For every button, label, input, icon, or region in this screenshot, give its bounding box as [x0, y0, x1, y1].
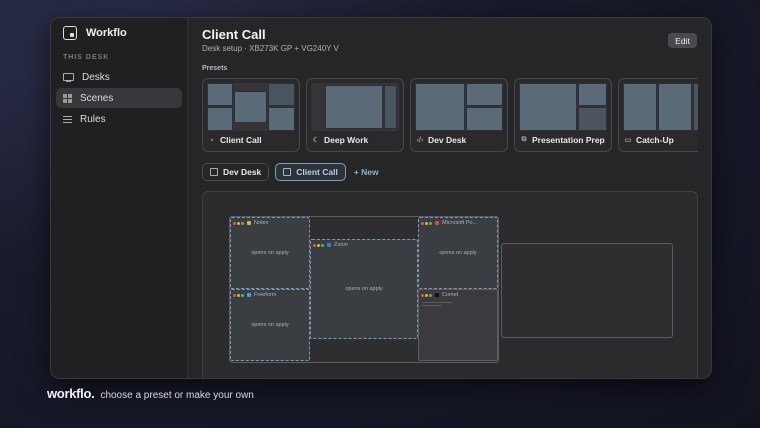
brand: Workflo [63, 26, 127, 40]
presets-label: Presets [202, 65, 228, 72]
notes-app-icon [247, 221, 251, 225]
window-titlebar: Freeform [233, 292, 276, 298]
sidebar-item-rules[interactable]: Rules [56, 109, 182, 129]
preset-thumbnail [415, 83, 503, 131]
window-status: opens on apply [251, 250, 289, 256]
grid-icon [63, 93, 72, 103]
preset-presentation-prep[interactable]: ⧉ Presentation Prep [514, 78, 612, 152]
preset-thumbnail [623, 83, 698, 131]
window-titlebar: Notes [233, 220, 268, 226]
powerpoint-app-icon [435, 221, 439, 225]
preset-label: ▭ Catch-Up [624, 135, 674, 145]
window-status: opens on apply [439, 250, 477, 256]
page-subtitle: Desk setup · XB273K GP + VG240Y V [202, 44, 339, 53]
copy-icon [283, 168, 292, 176]
app-window: Workflo THIS DESK Desks Scenes Rules Cli… [50, 17, 712, 379]
footer-logo: workflo. [47, 386, 95, 401]
sidebar-item-scenes[interactable]: Scenes [56, 88, 182, 108]
code-icon: ‹/› [416, 136, 424, 144]
window-status: opens on apply [345, 286, 383, 292]
window-comet[interactable]: Comet [418, 289, 498, 361]
footer: workflo. choose a preset or make your ow… [47, 386, 254, 401]
preset-dev-desk[interactable]: ‹/› Dev Desk [410, 78, 508, 152]
moon-icon: ☾ [312, 137, 320, 144]
scene-chip-dev-desk[interactable]: Dev Desk [202, 163, 270, 181]
list-icon [63, 115, 72, 123]
preset-deep-work[interactable]: ☾ Deep Work [306, 78, 404, 152]
presets-strip[interactable]: ▪ Client Call ☾ Deep Work ‹/› Dev Desk ⧉… [202, 78, 698, 152]
window-titlebar: Zoom [313, 242, 348, 248]
zoom-app-icon [327, 243, 331, 247]
sidebar-item-desks[interactable]: Desks [56, 67, 182, 87]
window-status: opens on apply [251, 322, 289, 328]
monitor-icon [63, 73, 74, 82]
sidebar-item-label: Rules [80, 113, 106, 125]
main-panel: Client Call Desk setup · XB273K GP + VG2… [188, 18, 711, 378]
video-icon: ▪ [210, 136, 214, 144]
window-notes[interactable]: Notes opens on apply [230, 217, 310, 289]
window-zoom[interactable]: Zoom opens on apply [310, 239, 418, 339]
monitor-secondary[interactable] [501, 243, 673, 338]
scene-chip-client-call[interactable]: Client Call [275, 163, 346, 181]
preset-label: ▪ Client Call [208, 135, 262, 145]
section-label: THIS DESK [63, 54, 110, 61]
preset-client-call[interactable]: ▪ Client Call [202, 78, 300, 152]
layout-canvas[interactable]: Notes opens on apply Zoom opens on apply… [202, 191, 698, 378]
window-content-lines [422, 302, 452, 308]
new-scene-button[interactable]: + New [354, 167, 379, 177]
slides-icon: ⧉ [521, 136, 527, 143]
preset-label: ⧉ Presentation Prep [521, 135, 605, 145]
preset-thumbnail [207, 83, 295, 131]
sidebar-item-label: Scenes [80, 92, 114, 104]
comet-app-icon [435, 293, 439, 297]
window-freeform[interactable]: Freeform opens on apply [230, 289, 310, 361]
preset-thumbnail [519, 83, 607, 131]
window-titlebar: Microsoft Po... [421, 220, 477, 226]
window-titlebar: Comet [421, 292, 458, 298]
preset-catch-up[interactable]: ▭ Catch-Up [618, 78, 698, 152]
edit-button[interactable]: Edit [668, 33, 697, 48]
preset-label: ‹/› Dev Desk [416, 135, 467, 145]
preset-label: ☾ Deep Work [312, 135, 369, 145]
scene-tabs: Dev Desk Client Call + New [202, 163, 379, 181]
workflo-logo-icon [63, 26, 77, 40]
footer-tagline: choose a preset or make your own [100, 390, 254, 401]
freeform-app-icon [247, 293, 251, 297]
copy-icon [210, 168, 218, 176]
inbox-icon: ▭ [624, 137, 632, 144]
window-powerpoint[interactable]: Microsoft Po... opens on apply [418, 217, 498, 289]
preset-thumbnail [311, 83, 399, 131]
app-name: Workflo [86, 27, 127, 39]
page-title: Client Call [202, 27, 266, 42]
sidebar-nav: Desks Scenes Rules [56, 67, 182, 130]
sidebar-item-label: Desks [82, 71, 110, 83]
sidebar: Workflo THIS DESK Desks Scenes Rules [51, 18, 188, 378]
